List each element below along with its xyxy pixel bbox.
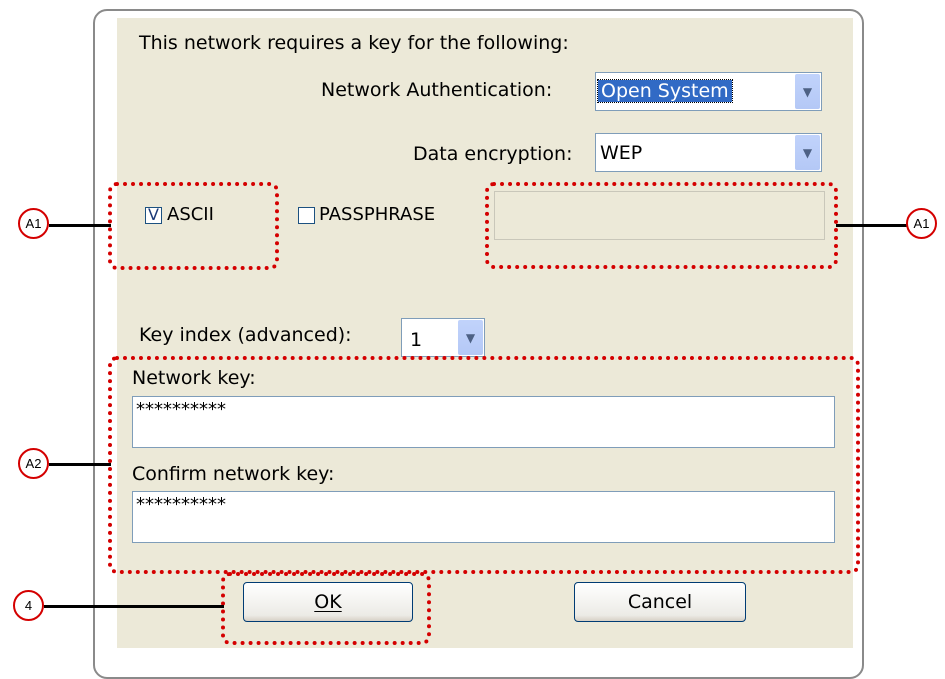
passphrase-label: PASSPHRASE <box>319 204 436 225</box>
encryption-label: Data encryption: <box>413 143 573 165</box>
leader-line-a1-right <box>836 224 907 227</box>
callout-4: 4 <box>13 590 44 621</box>
highlight-network-keys <box>108 356 860 574</box>
cancel-button[interactable]: Cancel <box>574 582 746 622</box>
highlight-ascii <box>108 182 279 270</box>
auth-select-value: Open System <box>597 79 733 103</box>
callout-a1-right: A1 <box>906 208 937 239</box>
passphrase-checkbox[interactable] <box>298 207 315 224</box>
chevron-down-icon[interactable]: ▼ <box>795 74 820 109</box>
leader-line-a2 <box>49 463 111 466</box>
key-index-value: 1 <box>410 329 423 351</box>
intro-text: This network requires a key for the foll… <box>139 32 569 54</box>
highlight-ok-button <box>221 572 431 645</box>
encryption-select-value: WEP <box>600 142 643 164</box>
key-index-label: Key index (advanced): <box>139 324 352 346</box>
cancel-button-label: Cancel <box>627 591 693 613</box>
key-index-select[interactable]: 1 ▼ <box>401 318 485 357</box>
leader-line-4 <box>44 605 224 608</box>
highlight-passphrase-field <box>485 182 838 269</box>
encryption-select[interactable]: WEP ▼ <box>595 133 822 172</box>
auth-label: Network Authentication: <box>321 79 553 101</box>
callout-a2: A2 <box>18 448 49 479</box>
callout-a1-left: A1 <box>18 208 49 239</box>
leader-line-a1-left <box>49 224 111 227</box>
chevron-down-icon[interactable]: ▼ <box>458 320 483 355</box>
chevron-down-icon[interactable]: ▼ <box>795 135 820 170</box>
auth-select[interactable]: Open System ▼ <box>595 72 822 111</box>
